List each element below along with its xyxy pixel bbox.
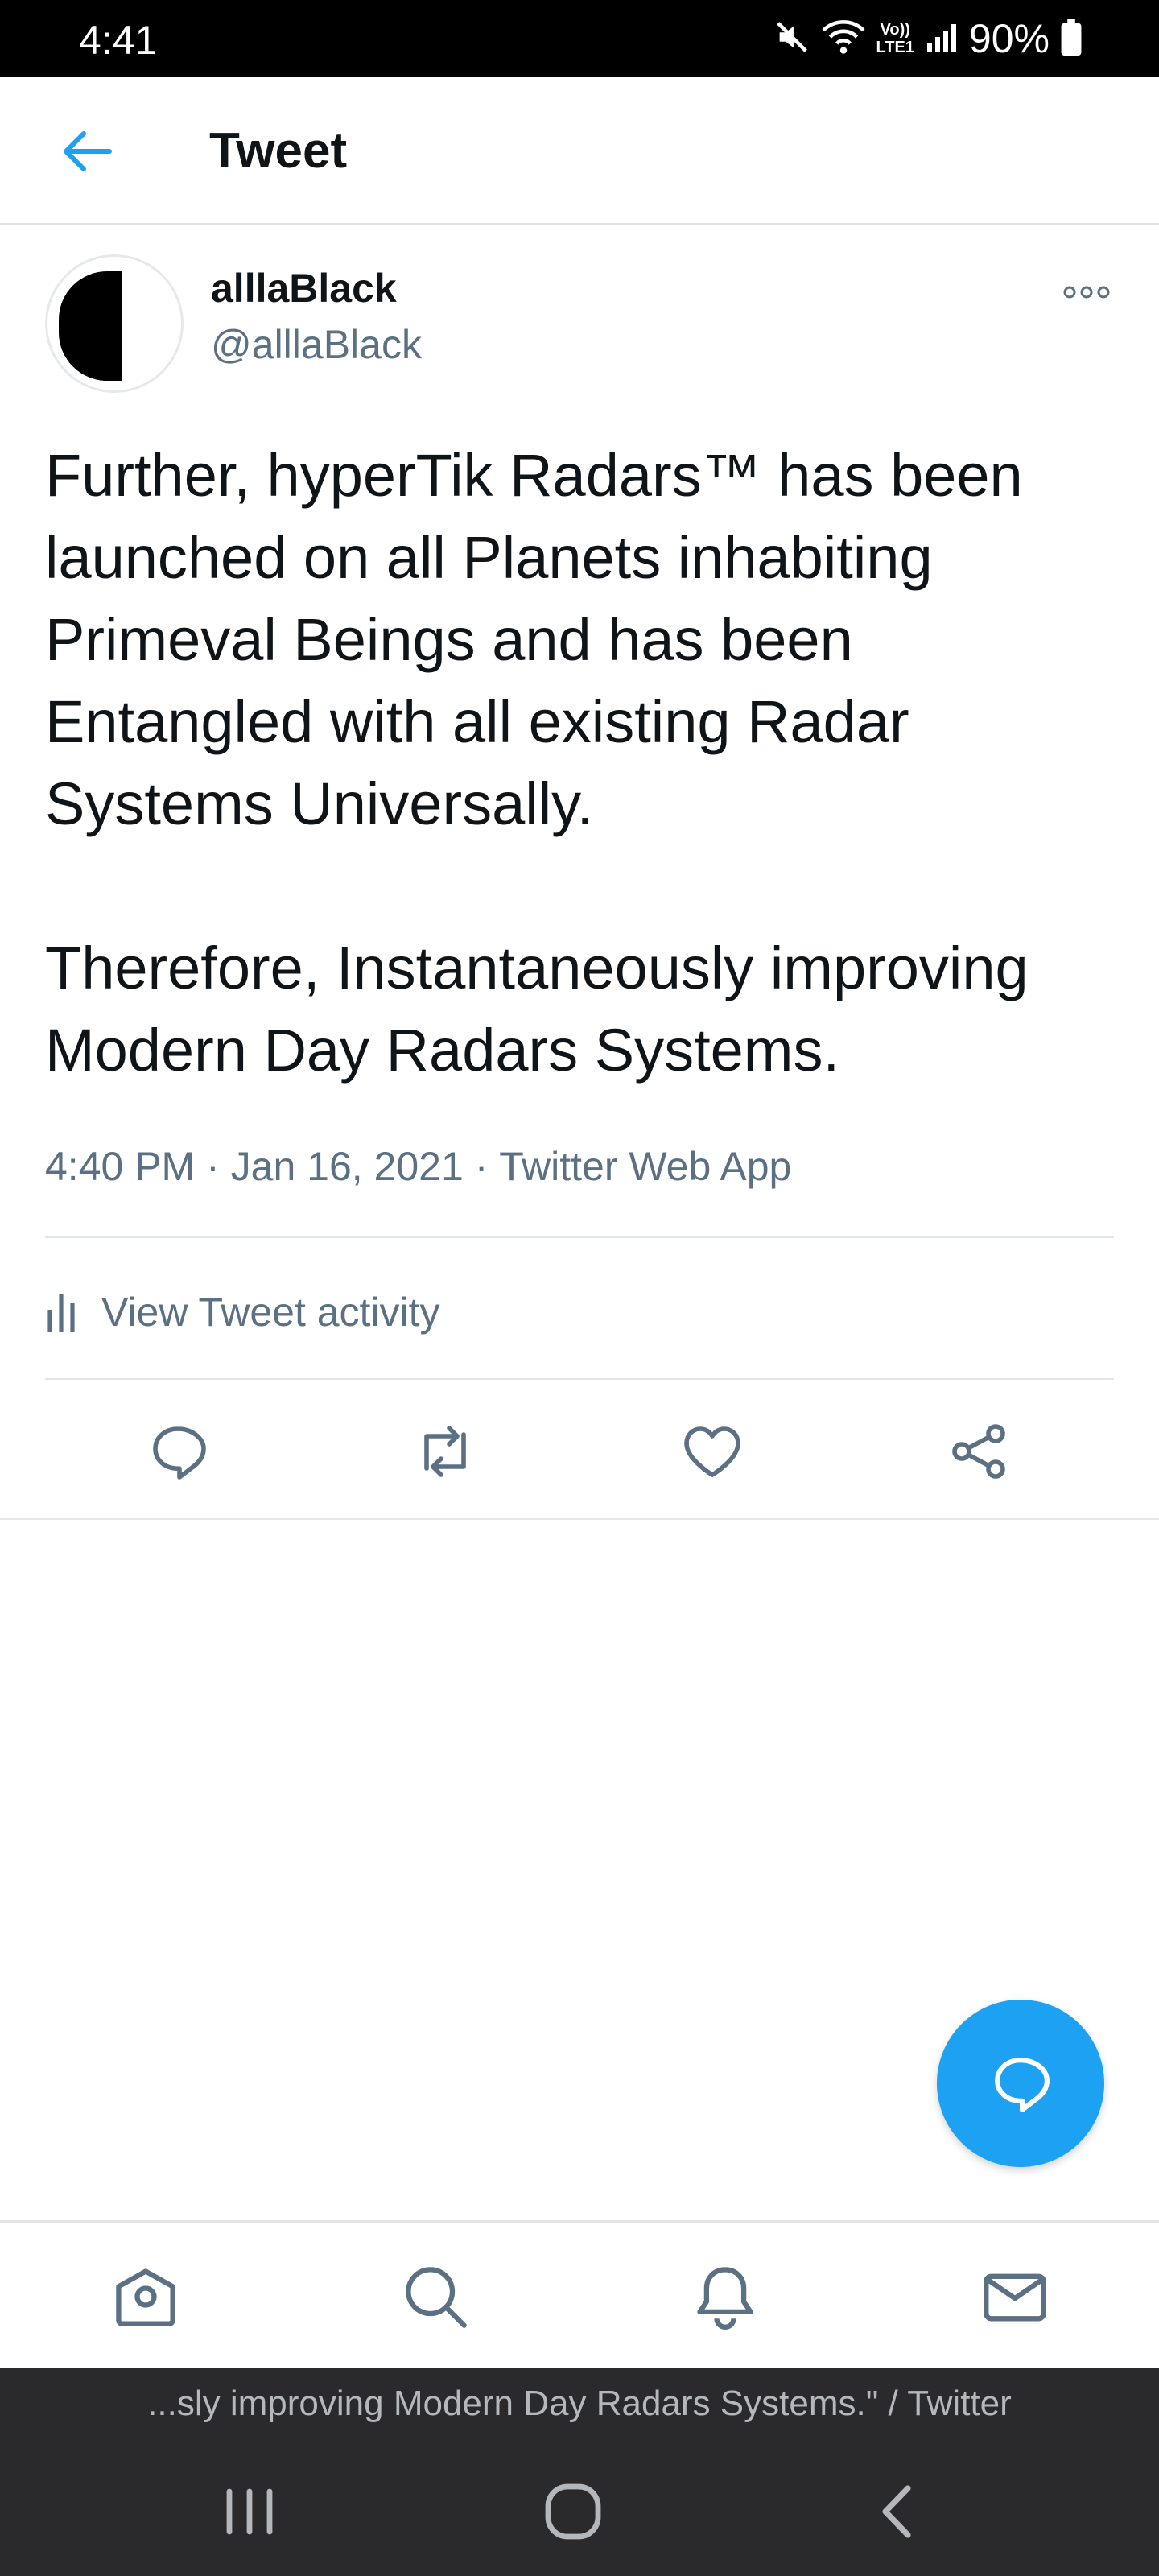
arrow-left-icon	[64, 131, 112, 171]
back-button[interactable]	[48, 119, 126, 184]
like-icon	[684, 1426, 740, 1477]
page-caption: ...sly improving Modern Day Radars Syste…	[0, 2368, 1159, 2439]
system-nav-bar	[0, 2439, 1159, 2576]
battery-icon	[1061, 18, 1082, 60]
view-tweet-activity-button[interactable]: View Tweet activity	[45, 1272, 440, 1352]
retweet-button[interactable]	[401, 1407, 489, 1496]
lte-indicator: Vo)) LTE1	[876, 21, 914, 56]
tweet-time: 4:40 PM	[45, 1144, 196, 1189]
tweet-source[interactable]: Twitter Web App	[499, 1138, 791, 1195]
more-icon	[1063, 286, 1110, 299]
search-icon	[406, 2267, 467, 2328]
messages-icon	[984, 2273, 1046, 2322]
battery-percent: 90%	[968, 16, 1050, 61]
retweet-icon	[424, 1426, 466, 1477]
reply-button[interactable]	[134, 1407, 222, 1496]
divider	[0, 1518, 1159, 1520]
home-icon	[116, 2268, 175, 2326]
home-system-button[interactable]	[525, 2471, 621, 2552]
compose-reply-button[interactable]	[937, 2000, 1104, 2167]
signal-icon	[926, 21, 958, 57]
status-time: 4:41	[79, 18, 158, 63]
tweet-actions	[0, 1385, 1159, 1513]
avatar[interactable]	[45, 254, 184, 393]
divider	[45, 1236, 1114, 1238]
nav-messages[interactable]	[971, 2256, 1059, 2337]
nav-search[interactable]	[391, 2256, 480, 2337]
tweet-meta: 4:40 PM · Jan 16, 2021 · Twitter Web App	[45, 1138, 791, 1195]
header: Tweet	[0, 77, 1159, 225]
user-handle[interactable]: @alllaBlack	[211, 320, 422, 369]
more-options-button[interactable]	[1054, 272, 1119, 312]
mute-icon	[773, 19, 810, 60]
recent-apps-icon	[226, 2488, 273, 2535]
nav-home[interactable]	[101, 2256, 190, 2337]
meta-separator: ·	[195, 1144, 231, 1189]
status-icons: Vo)) LTE1 90%	[773, 14, 1083, 63]
like-button[interactable]	[668, 1407, 757, 1496]
meta-separator: ·	[463, 1144, 500, 1189]
recent-apps-button[interactable]	[201, 2471, 298, 2552]
share-button[interactable]	[935, 1407, 1024, 1496]
reply-icon	[995, 2058, 1050, 2112]
home-circle-icon	[545, 2483, 601, 2540]
bottom-nav	[0, 2220, 1159, 2368]
share-icon	[952, 1424, 1005, 1479]
divider	[45, 1378, 1114, 1380]
notifications-icon	[697, 2267, 753, 2330]
status-bar: 4:41 Vo)) LTE1 90%	[0, 0, 1159, 77]
page-title: Tweet	[209, 123, 348, 179]
display-name[interactable]: alllaBlack	[211, 264, 397, 312]
nav-notifications[interactable]	[681, 2256, 769, 2337]
wifi-icon	[821, 19, 865, 60]
activity-label: View Tweet activity	[101, 1290, 440, 1335]
back-system-button[interactable]	[848, 2471, 945, 2552]
back-chevron-icon	[882, 2485, 911, 2538]
analytics-icon	[47, 1294, 75, 1332]
tweet-date: Jan 16, 2021	[230, 1144, 464, 1189]
reply-icon	[153, 1426, 206, 1480]
tweet-text: Further, hyperTik Radars™ has been launc…	[45, 442, 1029, 1084]
